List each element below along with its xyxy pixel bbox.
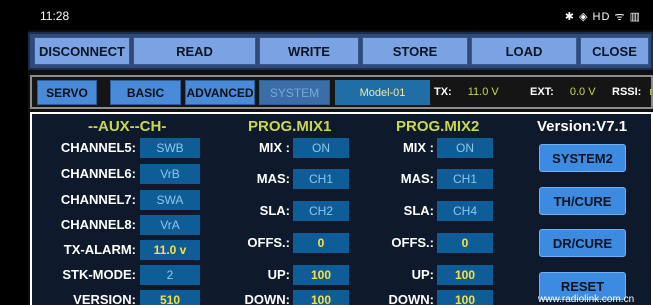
dr-cure-button[interactable]: DR/CURE xyxy=(539,229,626,257)
aux-label: CHANNEL7: xyxy=(60,192,136,207)
rssi-label: RSSI: xyxy=(612,86,642,98)
tx-alarm-value[interactable]: 11.0 v xyxy=(140,240,200,260)
toolbar: DISCONNECT READ WRITE STORE LOAD CLOSE xyxy=(28,32,653,70)
mix1-label: MAS: xyxy=(256,171,290,186)
mix1-label: UP: xyxy=(267,267,290,282)
aux-value[interactable]: SWA xyxy=(140,190,200,210)
mix1-title: PROG.MIX1 xyxy=(248,118,332,135)
write-button[interactable]: WRITE xyxy=(259,37,359,65)
mix1-label: OFFS.: xyxy=(247,235,290,250)
model-name: Model-01 xyxy=(335,80,430,105)
aux-label: CHANNEL8: xyxy=(60,217,136,232)
mix2-label: OFFS.: xyxy=(391,235,434,250)
website-link[interactable]: www.radiolink.com.cn xyxy=(538,294,634,305)
mix1-label: DOWN: xyxy=(244,292,291,305)
th-cure-button[interactable]: TH/CURE xyxy=(539,187,626,215)
aux-label: VERSION: xyxy=(73,292,136,305)
aux-label: CHANNEL6: xyxy=(60,166,136,181)
tx-label: TX: xyxy=(434,86,452,98)
mix2-label: UP: xyxy=(411,267,434,282)
mix2-value[interactable]: 0 xyxy=(437,233,493,253)
rssi-value: nul xyxy=(649,86,653,98)
status-bar: 11:28 ✱ ◈ HD ᯤ ▥ xyxy=(0,0,653,30)
mix2-value[interactable]: ON xyxy=(437,138,493,158)
aux-value[interactable]: VrB xyxy=(140,164,200,184)
aux-value[interactable]: VrA xyxy=(140,215,200,235)
mix1-value[interactable]: 0 xyxy=(293,233,349,253)
mix1-label: SLA: xyxy=(259,203,290,218)
settings-panel: --AUX--CH- CHANNEL5: SWB CHANNEL6: VrB C… xyxy=(30,112,653,305)
mix2-label: MIX : xyxy=(402,140,434,155)
mix1-value[interactable]: CH1 xyxy=(293,169,349,189)
close-button[interactable]: CLOSE xyxy=(580,37,649,65)
tab-row: SERVO BASIC ADVANCED SYSTEM Model-01 TX:… xyxy=(30,75,653,109)
aux-label: CHANNEL5: xyxy=(60,140,136,155)
mix2-value[interactable]: CH4 xyxy=(437,201,493,221)
mix1-value[interactable]: ON xyxy=(293,138,349,158)
read-button[interactable]: READ xyxy=(133,37,256,65)
mix2-label: MAS: xyxy=(400,171,434,186)
mix2-value[interactable]: 100 xyxy=(437,265,493,285)
mix1-value[interactable]: CH2 xyxy=(293,201,349,221)
tab-system[interactable]: SYSTEM xyxy=(259,80,330,105)
mix2-value[interactable]: 100 xyxy=(437,290,493,305)
ext-voltage: EXT: 0.0 V xyxy=(530,86,596,98)
aux-title: --AUX--CH- xyxy=(88,118,167,135)
aux-label: TX-ALARM: xyxy=(63,242,136,257)
mix2-label: SLA: xyxy=(403,203,434,218)
version-title: Version:V7.1 xyxy=(537,118,628,135)
mix2-label: DOWN: xyxy=(388,292,435,305)
mix2-value[interactable]: CH1 xyxy=(437,169,493,189)
aux-label: STK-MODE: xyxy=(62,267,136,282)
stk-mode-value[interactable]: 2 xyxy=(140,265,200,285)
aux-value[interactable]: SWB xyxy=(140,138,200,158)
tab-advanced[interactable]: ADVANCED xyxy=(185,80,255,105)
mix1-label: MIX : xyxy=(258,140,290,155)
mix1-value[interactable]: 100 xyxy=(293,265,349,285)
tx-value: 11.0 V xyxy=(467,86,499,98)
store-button[interactable]: STORE xyxy=(362,37,468,65)
disconnect-button[interactable]: DISCONNECT xyxy=(34,37,130,65)
tab-servo[interactable]: SERVO xyxy=(37,80,97,105)
mix1-value[interactable]: 100 xyxy=(293,290,349,305)
version-value: 510 xyxy=(140,290,200,305)
rssi: RSSI: nul xyxy=(612,86,653,98)
tx-voltage: TX: 11.0 V xyxy=(434,86,499,98)
ext-value: 0.0 V xyxy=(569,86,596,98)
app-window: DISCONNECT READ WRITE STORE LOAD CLOSE S… xyxy=(28,30,653,305)
status-time: 11:28 xyxy=(40,9,70,23)
tab-basic[interactable]: BASIC xyxy=(110,80,181,105)
status-icons: ✱ ◈ HD ᯤ ▥ xyxy=(564,11,641,23)
mix2-title: PROG.MIX2 xyxy=(396,118,480,135)
load-button[interactable]: LOAD xyxy=(471,37,577,65)
system2-button[interactable]: SYSTEM2 xyxy=(539,144,626,172)
ext-label: EXT: xyxy=(530,86,554,98)
